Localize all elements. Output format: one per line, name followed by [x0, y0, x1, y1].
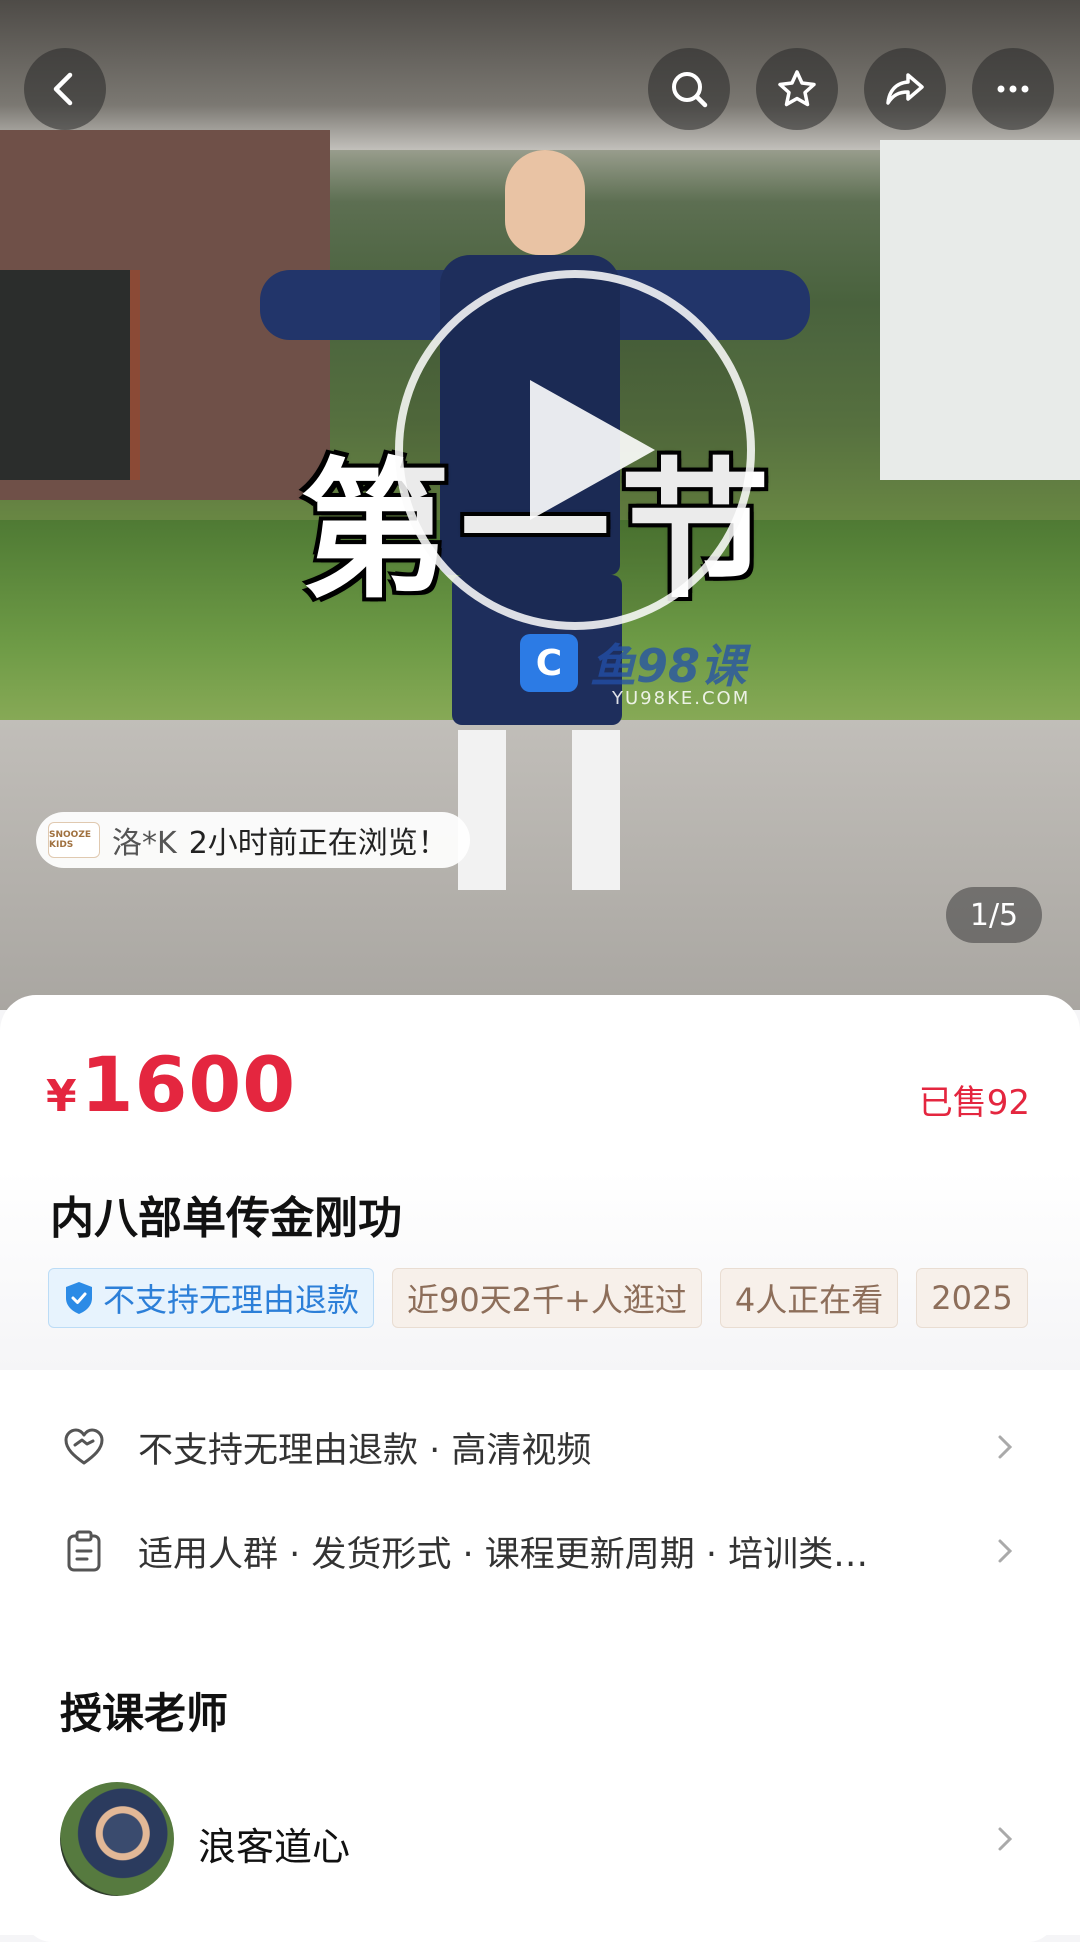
viewer-avatar: SNOOZE KIDS: [48, 822, 100, 858]
product-title: 内八部单传金刚功: [50, 1193, 402, 1244]
search-icon: [672, 72, 708, 108]
clipboard-icon: [67, 1530, 101, 1572]
tag-extra[interactable]: 2025: [916, 1268, 1028, 1328]
teacher-card: 授课老师 浪客道心: [24, 1642, 1056, 1942]
favorite-button[interactable]: [756, 48, 838, 130]
tag-no-refund[interactable]: 不支持无理由退款: [48, 1268, 375, 1328]
shield-check-icon: [66, 1282, 92, 1314]
back-button[interactable]: [24, 48, 106, 130]
service-row[interactable]: 不支持无理由退款 · 高清视频: [60, 1402, 1020, 1492]
teacher-section-title: 授课老师: [60, 1689, 229, 1738]
watermark: C 鱼98课 YU98KE.COM: [520, 630, 748, 709]
share-button[interactable]: [864, 48, 946, 130]
teacher-avatar[interactable]: [60, 1782, 174, 1896]
more-icon: [997, 85, 1029, 93]
watermark-sub: YU98KE.COM: [612, 688, 751, 709]
image-page-indicator: 1/5: [946, 887, 1042, 943]
service-row-text: 不支持无理由退款 · 高清视频: [138, 1430, 592, 1471]
params-row-text: 适用人群 · 发货形式 · 课程更新周期 · 培训类…: [138, 1534, 869, 1575]
teacher-name[interactable]: 浪客道心: [198, 1816, 350, 1871]
heart-service-icon: [64, 1428, 104, 1465]
tag-visitors[interactable]: 近90天2千+人逛过: [392, 1268, 702, 1328]
params-row[interactable]: 适用人群 · 发货形式 · 课程更新周期 · 培训类…: [60, 1506, 1020, 1596]
share-icon: [886, 73, 924, 105]
chevron-right-icon[interactable]: [990, 1824, 1020, 1854]
viewer-msg: 2小时前正在浏览！: [188, 826, 448, 861]
currency-symbol: ¥: [46, 1071, 77, 1122]
chevron-right-icon: [998, 1539, 1013, 1563]
price: ¥ 1600: [46, 1040, 296, 1129]
chevron-right-icon: [998, 1435, 1013, 1459]
play-icon[interactable]: [530, 380, 655, 520]
recent-viewer-pill: SNOOZE KIDS 洛*K 2小时前正在浏览！: [36, 812, 470, 868]
star-icon: [778, 70, 816, 107]
back-icon: [53, 72, 73, 106]
viewer-nick: 洛*K: [112, 826, 177, 861]
watermark-text: 鱼98课: [590, 639, 747, 693]
sold-count: 已售92: [918, 1083, 1030, 1123]
watermark-logo-icon: C: [520, 634, 578, 692]
service-info-card: 不支持无理由退款 · 高清视频 适用人群 · 发货形式 · 课程更新周期 · 培…: [24, 1382, 1056, 1612]
tag-watching[interactable]: 4人正在看: [719, 1268, 899, 1328]
search-button[interactable]: [648, 48, 730, 130]
more-button[interactable]: [972, 48, 1054, 130]
price-value: 1600: [80, 1040, 297, 1129]
tag-row[interactable]: 不支持无理由退款 近90天2千+人逛过 4人正在看 2025: [48, 1268, 1033, 1332]
